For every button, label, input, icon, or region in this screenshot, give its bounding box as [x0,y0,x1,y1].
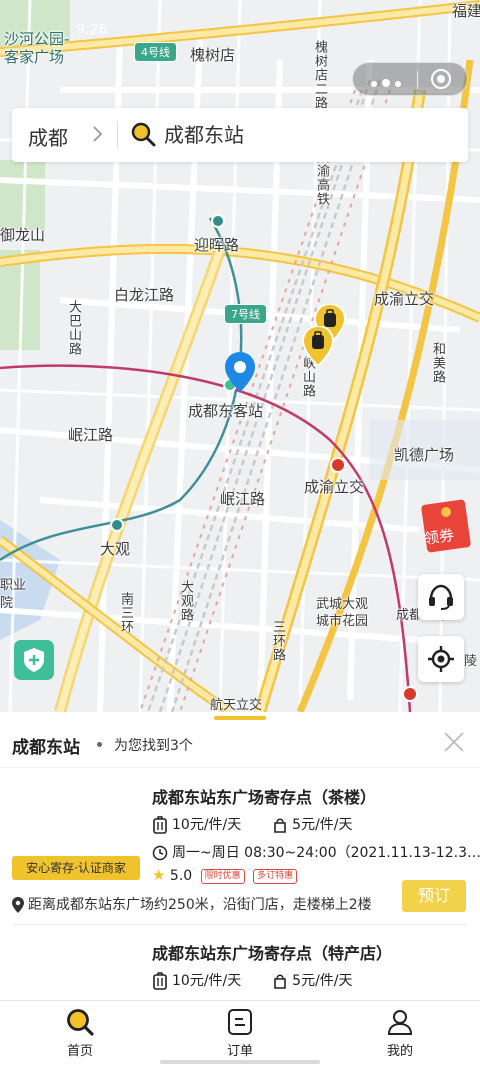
price-row: 10元/件/天 5元/件/天 [152,814,353,834]
map-label-daguan: 大观 [100,540,131,558]
more-icon[interactable] [371,72,411,87]
metro-station-icon [110,518,124,532]
result-card[interactable]: 成都东站东广场寄存点（茶楼） 10元/件/天 5元/件/天 周一~周日 08:3… [0,768,480,924]
rail-station-icon [402,686,418,702]
hours-text: 周一~周日 08:30~24:00（2021.11.13-12.3… [172,845,480,861]
miniprogram-capsule[interactable] [352,62,468,96]
map-label-dabashan: 大巴山路 [66,300,81,356]
luggage-large-icon [153,972,167,990]
pin-icon [12,897,24,913]
user-icon [387,1010,413,1035]
map-label-huaishu: 槐树店 [190,46,236,64]
shield-plus-icon [24,648,44,672]
map-label-station: 成都东客站 [188,402,264,420]
coupon-label[interactable]: 领券 [423,524,456,549]
map-label-hangtian: 航天立交 [210,698,263,712]
bag-small-icon [274,818,286,833]
map-label-bailongjiang: 白龙江路 [114,286,175,304]
close-icon[interactable] [442,730,466,754]
rail-station-icon [330,457,346,473]
result-count: 为您找到3个 [114,738,193,754]
map-label-wucheng: 武城大观 城市花园 [316,597,369,629]
map-view[interactable]: 9:26 沙河公园- 客家广场 槐树店 福建 槐树店二路 御龙山 迎晖路 白龙江… [0,0,480,712]
map-label-park: 沙河公园- 客家广场 [4,30,70,66]
address-text: 距离成都东站东广场约250米，沿街门店，走楼梯上2楼 [28,897,372,913]
search-input[interactable] [164,121,454,145]
tab-orders[interactable]: 订单 [200,1007,280,1063]
map-label-yulong: 御龙山 [0,226,46,244]
map-label-ningjiang: 南三环 [118,592,133,634]
tab-orders-label: 订单 [226,1044,253,1059]
map-label-datong: 大观路 [178,580,193,622]
map-label-huaishu-road: 槐树店二路 [312,40,327,110]
safety-shield-button[interactable] [14,640,54,680]
metro-line-4-badge: 4号线 [134,42,177,62]
price-large: 10元/件/天 [172,817,242,833]
rating-value: 5.0 [169,868,193,884]
price-large: 10元/件/天 [172,973,242,989]
status-time: 9:26 [76,22,108,38]
locate-me-button[interactable] [418,636,464,682]
search-divider [117,121,118,149]
home-indicator [160,1060,320,1064]
search-icon [131,122,156,147]
locate-icon [428,646,454,672]
tab-bar: 首页 订单 我的 [0,1000,480,1066]
title-bullet [97,742,102,747]
metro-line-7-badge: 7号线 [224,304,267,324]
map-label-fujian: 福建 [452,2,480,20]
headset-icon [429,584,453,610]
badge-multi: 多订特惠 [253,868,298,884]
map-label-sanhuan: 三环路 [270,620,285,662]
order-icon [228,1009,252,1035]
result-card[interactable]: 成都东站东广场寄存点（特产店） 10元/件/天 5元/件/天 [0,924,480,1002]
merchant-tag: 安心寄存·认证商家 [12,856,140,880]
hours-row: 周一~周日 08:30~24:00（2021.11.13-12.3… [152,842,480,862]
map-label-kaide: 凯德广场 [394,446,455,464]
star-icon: ★ [152,866,166,884]
sheet-title: 成都东站 [12,738,80,758]
badge-limited: 限时优惠 [200,868,245,884]
bag-small-icon [274,974,286,989]
map-label-zhiye: 职业 [0,578,27,593]
luggage-large-icon [153,816,167,834]
tab-home[interactable]: 首页 [40,1007,120,1063]
map-label-hemei: 和美路 [430,342,445,384]
chevron-right-icon [93,126,103,142]
clock-icon [152,845,168,861]
map-label-yuan: 院 [0,596,14,611]
map-label-minjiang: 岷江路 [68,426,114,444]
store-name[interactable]: 成都东站东广场寄存点（特产店） [152,940,392,964]
search-bar[interactable]: 成都 [12,108,468,162]
map-label-minjiang2: 岷江路 [220,490,266,508]
city-selector[interactable]: 成都 [28,122,68,151]
close-miniprogram-icon[interactable] [431,69,451,89]
metro-station-icon [211,214,225,228]
tab-profile[interactable]: 我的 [360,1007,440,1063]
map-label-chengyu-mid: 成渝立交 [304,478,365,496]
results-sheet[interactable]: 成都东站 为您找到3个 成都东站东广场寄存点（茶楼） 10元/件/天 5元/件/… [0,712,480,1002]
book-button[interactable]: 预订 [402,880,466,912]
search-icon [67,1009,94,1036]
customer-service-button[interactable] [418,574,464,620]
map-label-chengyu-top: 成渝立交 [374,290,435,308]
sheet-header: 成都东站 为您找到3个 [0,712,480,768]
address-row: 距离成都东站东广场约250米，沿街门店，走楼梯上2楼 [12,894,372,914]
status-bar: 9:26 [0,0,480,40]
tab-profile-label: 我的 [386,1044,413,1059]
map-label-ling: 陵 [464,654,478,669]
store-name[interactable]: 成都东站东广场寄存点（茶楼） [152,784,376,808]
price-small: 5元/件/天 [292,973,353,989]
price-small: 5元/件/天 [292,817,353,833]
rating-row: ★ 5.0 限时优惠 多订特惠 [152,866,298,884]
luggage-marker-icon[interactable] [302,326,334,366]
price-row: 10元/件/天 5元/件/天 [152,970,353,990]
tab-home-label: 首页 [66,1044,93,1059]
capsule-divider [417,71,418,89]
location-pin-icon [225,352,255,392]
map-label-yinghui: 迎晖路 [194,236,240,254]
